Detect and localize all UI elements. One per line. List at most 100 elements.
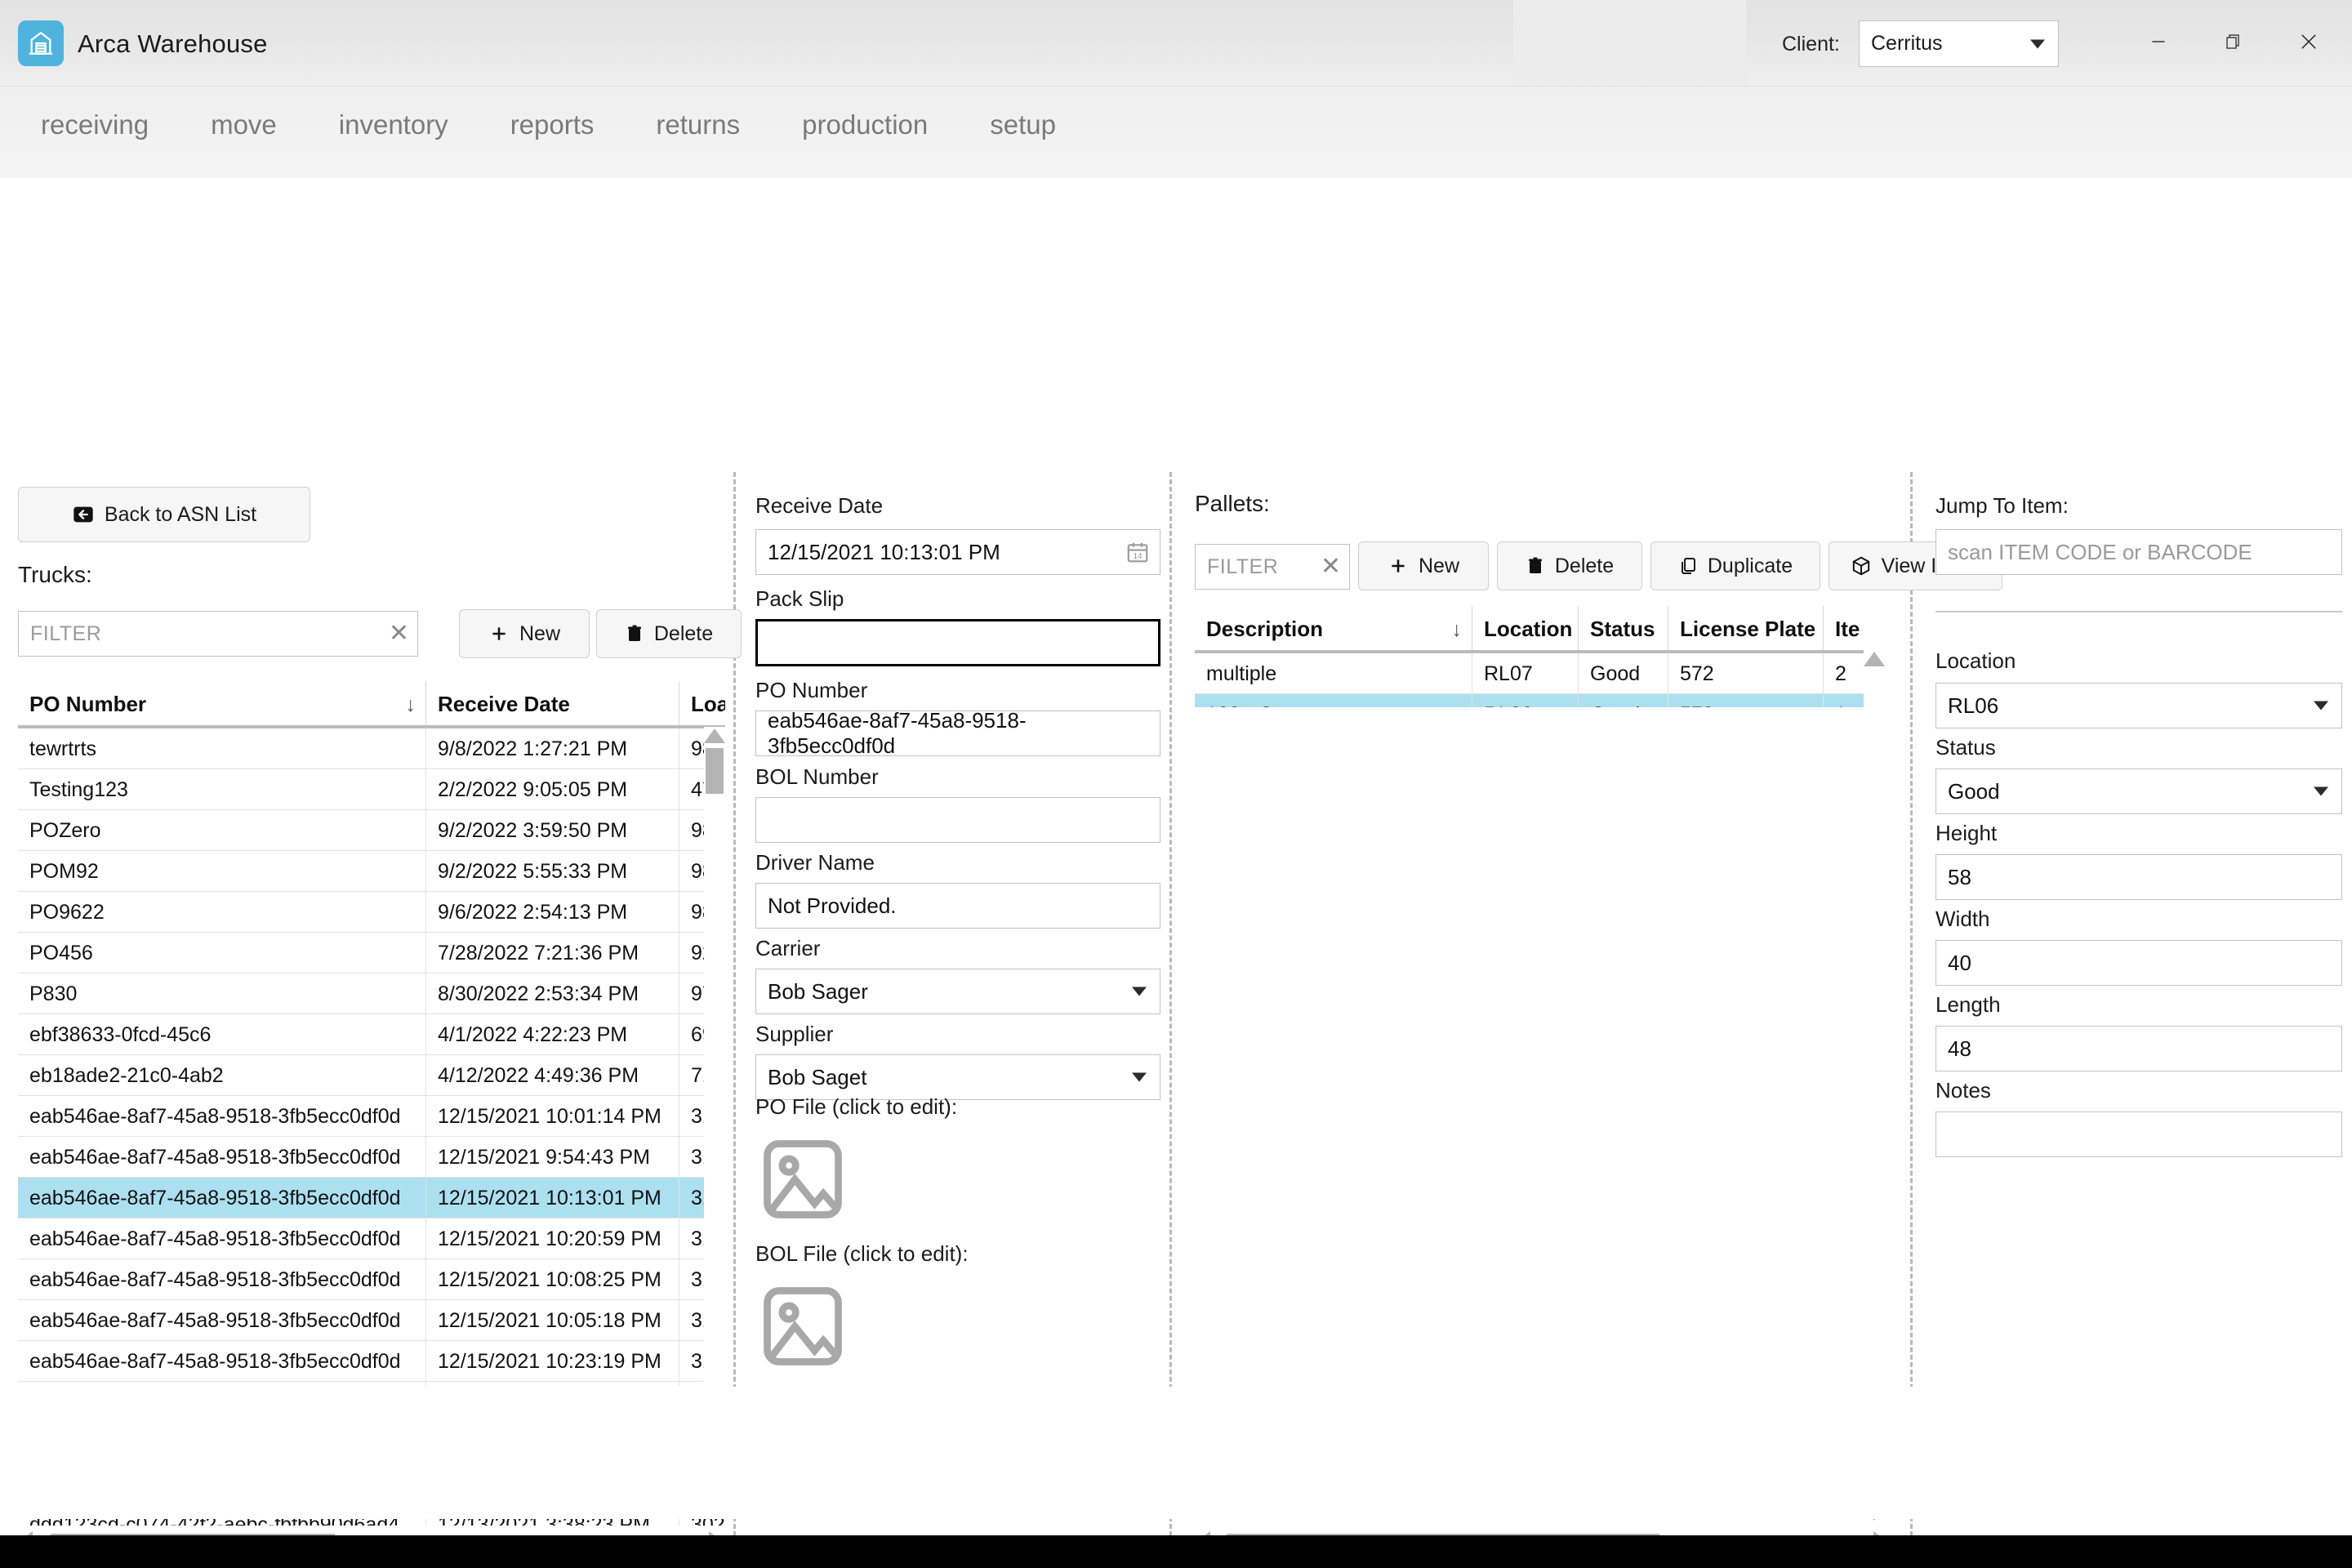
scroll-up-icon[interactable] bbox=[704, 727, 725, 745]
bol-number-field[interactable] bbox=[755, 797, 1160, 843]
cell-po: POZero bbox=[18, 810, 426, 851]
scrollbar-thumb[interactable] bbox=[706, 748, 724, 794]
cell-date: 9/6/2022 2:54:13 PM bbox=[426, 892, 679, 933]
pallets-vertical-scrollbar[interactable] bbox=[1864, 650, 1885, 709]
cell-po: ebf38633-0fcd-45c6 bbox=[18, 1014, 426, 1055]
po-file-thumbnail[interactable] bbox=[755, 1132, 850, 1231]
nav-item-returns[interactable]: returns bbox=[625, 109, 771, 140]
close-button[interactable] bbox=[2282, 16, 2336, 67]
table-row[interactable]: eab546ae-8af7-45a8-9518-3fb5ecc0df0d 12/1… bbox=[18, 1259, 725, 1300]
cell-location: RL07 bbox=[1472, 653, 1579, 694]
column-header-po-number[interactable]: PO Number ↓ bbox=[18, 681, 426, 725]
maximize-button[interactable] bbox=[2207, 16, 2261, 67]
column-header-description[interactable]: Description ↓ bbox=[1195, 606, 1472, 650]
back-to-asn-list-button[interactable]: Back to ASN List bbox=[18, 487, 310, 542]
length-field[interactable]: 48 bbox=[1936, 1026, 2342, 1071]
cell-po: eab546ae-8af7-45a8-9518-3fb5ecc0df0d bbox=[18, 1178, 426, 1218]
minimize-button[interactable] bbox=[2132, 16, 2185, 67]
trucks-section-label: Trucks: bbox=[18, 562, 92, 587]
nav-item-setup[interactable]: setup bbox=[959, 109, 1087, 140]
pallets-new-button[interactable]: New bbox=[1358, 541, 1489, 590]
width-value: 40 bbox=[1948, 950, 1971, 975]
nav-item-inventory[interactable]: inventory bbox=[308, 109, 479, 140]
cell-license_plate: 572 bbox=[1668, 653, 1824, 694]
length-label: Length bbox=[1936, 992, 2001, 1017]
nav-item-move[interactable]: move bbox=[180, 109, 308, 140]
notes-field[interactable] bbox=[1936, 1111, 2342, 1157]
height-field[interactable]: 58 bbox=[1936, 854, 2342, 900]
status-value: Good bbox=[1948, 778, 2000, 804]
table-row[interactable]: POM929/2/2022 5:55:33 PM984 bbox=[18, 851, 725, 892]
location-select[interactable]: RL06 bbox=[1936, 683, 2342, 728]
bol-file-thumbnail[interactable] bbox=[755, 1279, 850, 1378]
cell-po: Testing123 bbox=[18, 769, 426, 810]
pallets-filter-input[interactable]: FILTER ✕ bbox=[1195, 544, 1350, 590]
table-row[interactable]: PO4567/28/2022 7:21:36 PM9243 bbox=[18, 933, 725, 973]
nav-item-production[interactable]: production bbox=[771, 109, 959, 140]
title-bar: Arca Warehouse Client: Cerritus bbox=[0, 0, 2352, 87]
sort-descending-arrow: ↓ bbox=[405, 693, 416, 716]
receive-date-field[interactable]: 12/15/2021 10:13:01 PM 14 bbox=[755, 529, 1160, 575]
table-row[interactable]: ebf38633-0fcd-45c64/1/2022 4:22:23 PM696 bbox=[18, 1014, 725, 1055]
table-row[interactable]: eab546ae-8af7-45a8-9518-3fb5ecc0df0d 12/1… bbox=[18, 1341, 725, 1382]
scroll-up-icon[interactable] bbox=[1864, 650, 1885, 668]
cell-date: 12/15/2021 10:01:14 PM bbox=[426, 1096, 679, 1137]
pallets-duplicate-label: Duplicate bbox=[1707, 554, 1793, 577]
table-row[interactable]: P8308/30/2022 2:53:34 PM9784 bbox=[18, 973, 725, 1014]
jump-to-item-input[interactable]: scan ITEM CODE or BARCODE bbox=[1936, 529, 2342, 575]
cell-date: 12/15/2021 10:23:19 PM bbox=[426, 1341, 679, 1382]
table-row[interactable]: eb18ade2-21c0-4ab24/12/2022 4:49:36 PM71… bbox=[18, 1055, 725, 1096]
table-row[interactable]: multiple RL07 Good 572 2 bbox=[1195, 653, 1869, 694]
cell-date: 4/1/2022 4:22:23 PM bbox=[426, 1014, 679, 1055]
clear-x-icon[interactable]: ✕ bbox=[1321, 555, 1341, 579]
column-header-ite[interactable]: Ite bbox=[1824, 606, 1869, 650]
column-header-license-plate[interactable]: License Plate bbox=[1668, 606, 1824, 650]
status-label: Status bbox=[1936, 735, 1996, 760]
nav-item-reports[interactable]: reports bbox=[479, 109, 626, 140]
cell-po: eab546ae-8af7-45a8-9518-3fb5ecc0df0d bbox=[18, 1096, 426, 1137]
table-row[interactable]: PO96229/6/2022 2:54:13 PM984 bbox=[18, 892, 725, 933]
svg-text:14: 14 bbox=[1133, 552, 1143, 561]
pallets-duplicate-button[interactable]: Duplicate bbox=[1650, 541, 1820, 590]
pallets-delete-button[interactable]: Delete bbox=[1497, 541, 1642, 590]
trucks-new-button[interactable]: New bbox=[459, 609, 590, 658]
pack-slip-field[interactable] bbox=[755, 619, 1160, 666]
column-header-receive-date[interactable]: Receive Date bbox=[426, 681, 679, 725]
trucks-filter-input[interactable]: FILTER ✕ bbox=[18, 611, 418, 657]
table-row[interactable]: eab546ae-8af7-45a8-9518-3fb5ecc0df0d 12/1… bbox=[18, 1218, 725, 1259]
supplier-select[interactable]: Bob Saget bbox=[755, 1054, 1160, 1100]
workspace: Back to ASN List Trucks: FILTER ✕ New De… bbox=[0, 178, 2352, 1558]
driver-name-field[interactable]: Not Provided. bbox=[755, 883, 1160, 929]
client-label: Client: bbox=[1782, 33, 1840, 56]
table-row[interactable]: eab546ae-8af7-45a8-9518-3fb5ecc0df0d 12/1… bbox=[18, 1178, 725, 1218]
table-row[interactable]: tewrtrts9/8/2022 1:27:21 PM989 bbox=[18, 728, 725, 769]
cell-date: 7/28/2022 7:21:36 PM bbox=[426, 933, 679, 973]
trucks-delete-button[interactable]: Delete bbox=[596, 609, 742, 658]
nav-item-receiving[interactable]: receiving bbox=[41, 109, 180, 140]
table-row[interactable]: eab546ae-8af7-45a8-9518-3fb5ecc0df0d 12/1… bbox=[18, 1096, 725, 1137]
title-bar-highlight-block bbox=[1513, 0, 1746, 83]
table-row[interactable]: eab546ae-8af7-45a8-9518-3fb5ecc0df0d 12/1… bbox=[18, 1137, 725, 1178]
width-field[interactable]: 40 bbox=[1936, 940, 2342, 986]
column-header-label: Ite bbox=[1835, 617, 1860, 641]
po-number-field[interactable]: eab546ae-8af7-45a8-9518-3fb5ecc0df0d bbox=[755, 708, 1160, 758]
cell-po: eab546ae-8af7-45a8-9518-3fb5ecc0df0d bbox=[18, 1300, 426, 1341]
cell-license_plate: 573 bbox=[1668, 694, 1824, 707]
column-header-label: Loa bbox=[691, 692, 725, 716]
carrier-select[interactable]: Bob Sager bbox=[755, 969, 1160, 1014]
column-header-loa[interactable]: Loa bbox=[679, 681, 725, 725]
client-select[interactable]: Cerritus bbox=[1859, 20, 2059, 67]
table-row[interactable]: eab546ae-8af7-45a8-9518-3fb5ecc0df0d 12/1… bbox=[18, 1300, 725, 1341]
chevron-down-icon bbox=[2314, 701, 2328, 710]
table-row[interactable]: Testing1232/2/2022 9:05:05 PM4724 bbox=[18, 769, 725, 810]
table-row[interactable]: 103 - OreoRL06Good5731 bbox=[1195, 694, 1869, 707]
calendar-icon[interactable]: 14 bbox=[1125, 540, 1150, 564]
status-select[interactable]: Good bbox=[1936, 768, 2342, 814]
cell-date: 12/15/2021 10:08:25 PM bbox=[426, 1259, 679, 1300]
supplier-value: Bob Saget bbox=[768, 1064, 867, 1089]
pallets-table[interactable]: Description ↓ Location Status License Plate I… bbox=[1195, 601, 1869, 707]
clear-x-icon[interactable]: ✕ bbox=[389, 621, 409, 646]
column-header-location[interactable]: Location bbox=[1472, 606, 1579, 650]
column-header-status[interactable]: Status bbox=[1579, 606, 1668, 650]
table-row[interactable]: POZero9/2/2022 3:59:50 PM984 bbox=[18, 810, 725, 851]
